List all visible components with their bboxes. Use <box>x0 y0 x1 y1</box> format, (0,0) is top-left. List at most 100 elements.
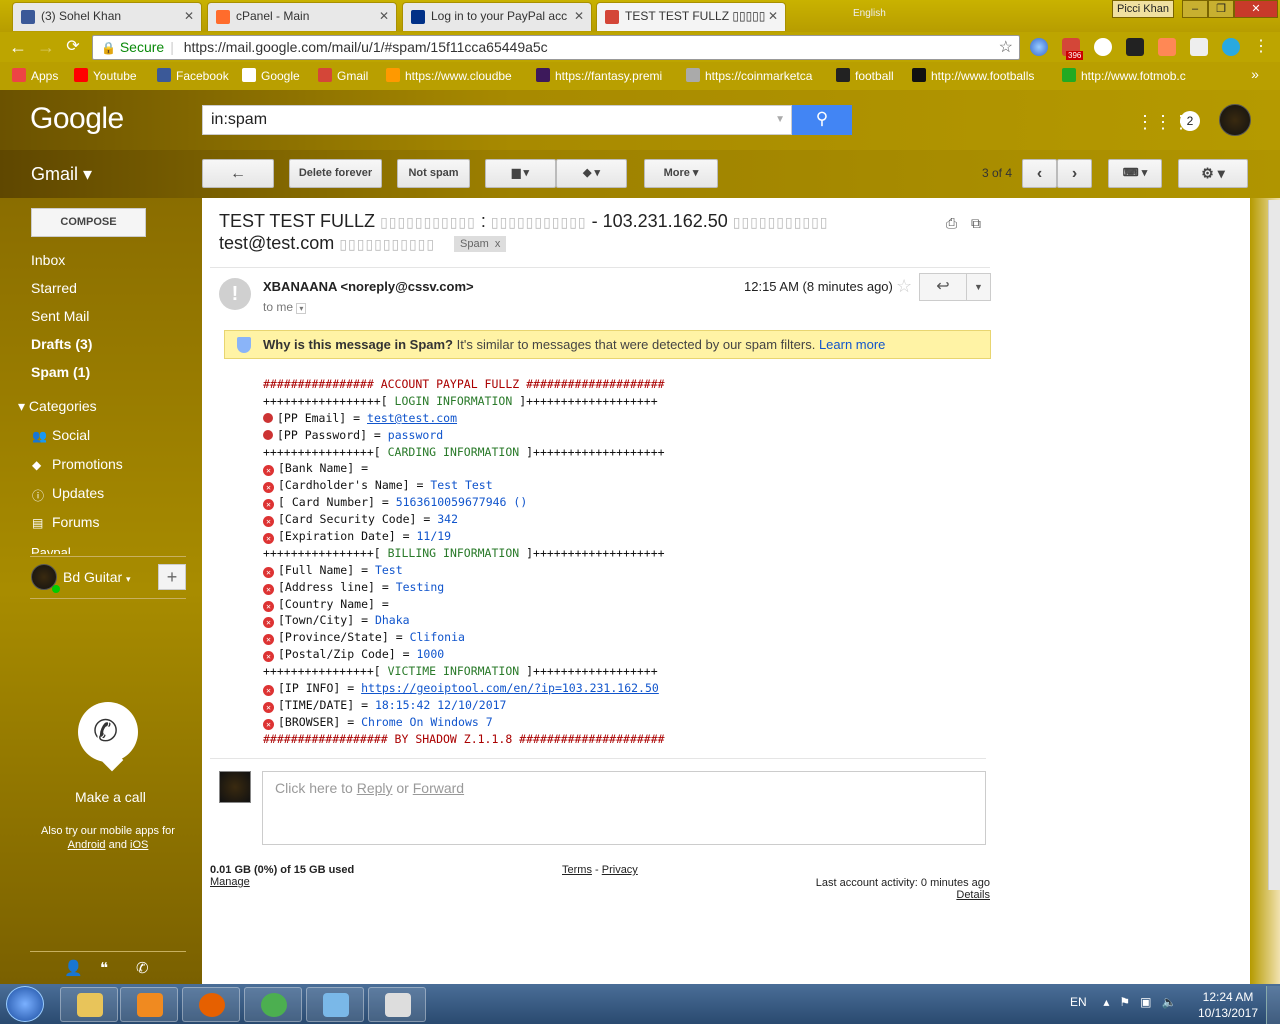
profile-button[interactable]: Picci Khan <box>1112 0 1174 18</box>
bookmark-2[interactable]: Youtube <box>74 68 137 83</box>
taskbar-app[interactable] <box>368 987 426 1022</box>
extension-icon[interactable] <box>1094 38 1112 56</box>
settings-button[interactable]: ⚙ ▾ <box>1178 159 1248 188</box>
details-link[interactable]: Details <box>956 889 990 901</box>
language-indicator[interactable]: EN <box>1070 995 1087 1009</box>
taskbar-app[interactable] <box>120 987 178 1022</box>
print-icon[interactable]: ⎙ <box>946 215 957 232</box>
hangouts-user[interactable]: Bd Guitar ▾ <box>63 569 131 585</box>
new-hangout-button[interactable]: + <box>158 564 186 590</box>
nav-item-cut[interactable]: Paypal <box>31 545 71 554</box>
move-to-button[interactable]: ▆ ▾ <box>485 159 556 188</box>
forward-icon[interactable]: → <box>35 37 57 59</box>
extension-icon[interactable] <box>1158 38 1176 56</box>
flag-icon[interactable]: ⚑ <box>1119 995 1130 1009</box>
tab-1[interactable]: (3) Sohel Khan ✕ <box>12 2 202 31</box>
google-logo[interactable]: Google <box>30 102 124 136</box>
incognito-extension-icon[interactable] <box>1126 38 1144 56</box>
network-icon[interactable]: ▣ <box>1140 995 1151 1009</box>
tab-3[interactable]: Log in to your PayPal acc ✕ <box>402 2 592 31</box>
taskbar-app[interactable] <box>182 987 240 1022</box>
category-promotions[interactable]: Promotions <box>52 456 123 472</box>
phone-tab-icon[interactable]: ✆ <box>136 959 149 977</box>
bookmark-8[interactable]: https://coinmarketca <box>686 68 812 83</box>
menu-icon[interactable]: ⋮ <box>1250 37 1272 59</box>
hangouts-icon[interactable]: ❝ <box>100 959 108 977</box>
more-actions-button[interactable]: ▼ <box>967 273 991 301</box>
clock[interactable]: 12:24 AM 10/13/2017 <box>1196 989 1260 1021</box>
more-button[interactable]: More ▾ <box>644 159 718 188</box>
categories-toggle[interactable]: ▾ Categories <box>18 398 97 415</box>
taskbar-app[interactable] <box>244 987 302 1022</box>
reply-link[interactable]: Reply <box>357 780 393 796</box>
scrollbar[interactable] <box>1268 200 1280 890</box>
search-options-icon[interactable]: ▼ <box>775 106 785 134</box>
category-forums[interactable]: Forums <box>52 514 99 530</box>
minimize-button[interactable]: – <box>1182 0 1208 18</box>
close-tab-icon[interactable]: ✕ <box>768 9 778 23</box>
bookmark-6[interactable]: https://www.cloudbe <box>386 68 512 83</box>
contacts-icon[interactable]: 👤 <box>64 959 83 977</box>
back-to-spam-button[interactable]: ← <box>202 159 274 188</box>
compose-button[interactable]: COMPOSE <box>31 208 146 237</box>
show-desktop-button[interactable] <box>1266 986 1280 1024</box>
bookmark-10[interactable]: http://www.footballs <box>912 68 1034 83</box>
bookmark-star-icon[interactable]: ☆ <box>999 36 1013 59</box>
tray-arrow-icon[interactable]: ▴ <box>1103 995 1109 1009</box>
close-tab-icon[interactable]: ✕ <box>379 9 389 23</box>
volume-icon[interactable]: 🔈 <box>1162 995 1177 1009</box>
search-button[interactable]: ⚲ <box>792 105 852 135</box>
field-link[interactable]: https://geoiptool.com/en/?ip=103.231.162… <box>361 681 659 695</box>
not-spam-button[interactable]: Not spam <box>397 159 470 188</box>
nav-item-inbox[interactable]: Inbox <box>31 252 65 268</box>
delete-forever-button[interactable]: Delete forever <box>289 159 382 188</box>
gmail-extension-icon[interactable]: 396 <box>1062 38 1084 60</box>
notifications-badge[interactable]: 2 <box>1180 111 1200 131</box>
reply-box[interactable]: Click here to Reply or Forward <box>262 771 986 845</box>
extension-icon[interactable] <box>1190 38 1208 56</box>
make-call-label[interactable]: Make a call <box>75 789 146 805</box>
input-tools-button[interactable]: ⌨ ▾ <box>1108 159 1162 188</box>
bookmark-5[interactable]: Gmail <box>318 68 368 83</box>
nav-item-sent[interactable]: Sent Mail <box>31 308 89 324</box>
bookmark-4[interactable]: Google <box>242 68 300 83</box>
address-bar[interactable]: 🔒 Secure | https://mail.google.com/mail/u… <box>92 35 1020 60</box>
close-tab-icon[interactable]: ✕ <box>574 9 584 23</box>
bookmark-1[interactable]: Apps <box>12 68 58 83</box>
more-bookmarks-icon[interactable]: » <box>1244 64 1266 86</box>
bookmark-9[interactable]: football <box>836 68 894 83</box>
tab-4[interactable]: TEST TEST FULLZ ▯▯▯▯▯ ✕ <box>596 2 786 31</box>
manage-link[interactable]: Manage <box>210 876 250 888</box>
category-updates[interactable]: Updates <box>52 485 104 501</box>
tab-2[interactable]: cPanel - Main ✕ <box>207 2 397 31</box>
maximize-button[interactable]: ❐ <box>1208 0 1234 18</box>
nav-item-spam[interactable]: Spam (1) <box>31 364 90 380</box>
star-icon[interactable]: ☆ <box>896 276 912 297</box>
recipient-details[interactable]: to me ▾ <box>263 300 307 314</box>
reload-icon[interactable]: ⟳ <box>62 37 84 59</box>
privacy-link[interactable]: Privacy <box>602 864 638 876</box>
close-window-button[interactable]: ✕ <box>1234 0 1278 18</box>
gmail-menu[interactable]: Gmail ▾ <box>31 164 92 185</box>
bookmark-3[interactable]: Facebook <box>157 68 229 83</box>
android-link[interactable]: Android <box>68 839 106 851</box>
globe-extension-icon[interactable] <box>1030 38 1048 56</box>
back-icon[interactable]: ← <box>7 37 29 59</box>
older-button[interactable]: › <box>1057 159 1092 188</box>
category-social[interactable]: Social <box>52 427 90 443</box>
phone-icon[interactable]: ✆ <box>78 702 138 772</box>
field-link[interactable]: test@test.com <box>367 411 457 425</box>
forward-link[interactable]: Forward <box>413 780 464 796</box>
taskbar-app[interactable] <box>60 987 118 1022</box>
labels-button[interactable]: ◆ ▾ <box>556 159 627 188</box>
new-window-icon[interactable]: ⧉ <box>971 215 981 232</box>
bookmark-7[interactable]: https://fantasy.premi <box>536 68 662 83</box>
spam-label-chip[interactable]: Spam x <box>454 236 507 252</box>
learn-more-link[interactable]: Learn more <box>819 337 885 352</box>
bookmark-11[interactable]: http://www.fotmob.c <box>1062 68 1186 83</box>
search-input[interactable]: in:spam ▼ <box>202 105 792 135</box>
nav-item-starred[interactable]: Starred <box>31 280 77 296</box>
sender[interactable]: XBANAANA <noreply@cssv.com> <box>263 279 474 294</box>
newer-button[interactable]: ‹ <box>1022 159 1057 188</box>
extension-icon[interactable] <box>1222 38 1240 56</box>
